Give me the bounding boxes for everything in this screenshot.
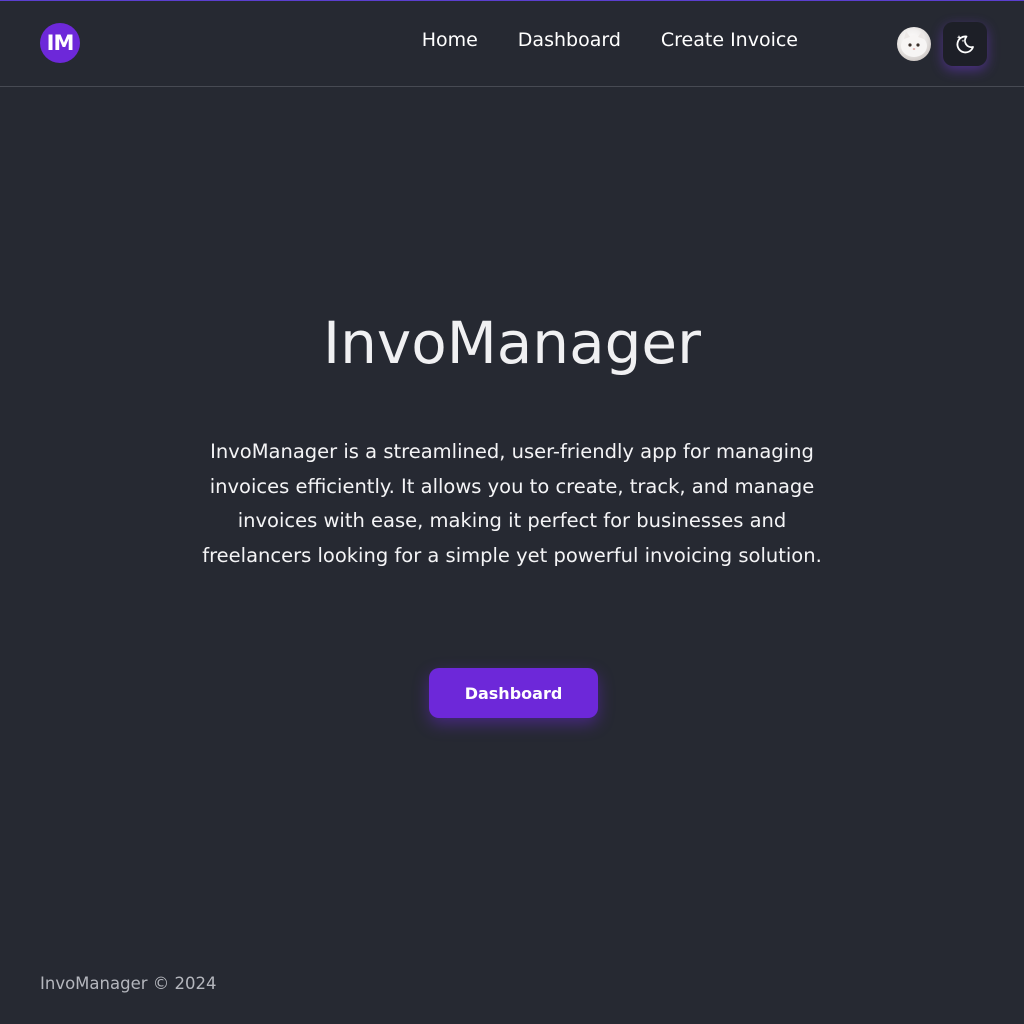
cat-avatar-icon xyxy=(901,31,927,57)
nav-link-create-invoice[interactable]: Create Invoice xyxy=(661,29,798,51)
hero-title: InvoManager xyxy=(323,309,701,377)
moon-stars-icon xyxy=(956,35,974,54)
logo-badge[interactable]: IM xyxy=(40,23,80,63)
nav-link-dashboard[interactable]: Dashboard xyxy=(518,29,621,51)
app-page: IM Home Dashboard Create Invoice InvoMan… xyxy=(0,0,1024,1024)
nav-link-home[interactable]: Home xyxy=(422,29,478,51)
top-navbar: IM Home Dashboard Create Invoice xyxy=(0,1,1024,87)
user-avatar[interactable] xyxy=(897,27,931,61)
dashboard-cta-button[interactable]: Dashboard xyxy=(429,668,598,718)
main-nav: Home Dashboard Create Invoice xyxy=(422,29,798,51)
theme-toggle-button[interactable] xyxy=(943,22,987,66)
hero-description: InvoManager is a streamlined, user-frien… xyxy=(202,440,822,567)
footer-copyright: InvoManager © 2024 xyxy=(40,974,217,993)
